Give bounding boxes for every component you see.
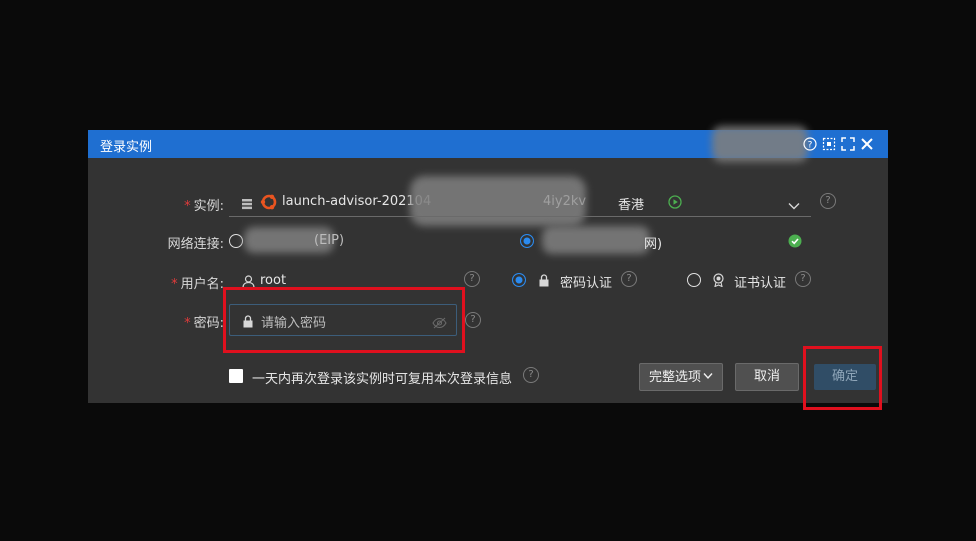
chevron-down-icon xyxy=(703,364,713,390)
remember-checkbox[interactable] xyxy=(229,369,243,383)
server-icon xyxy=(241,195,253,214)
auth-cert-label: 证书认证 xyxy=(734,276,787,291)
required-mark: * xyxy=(184,316,191,331)
remember-help-icon[interactable]: ? xyxy=(523,367,539,383)
instance-region: 香港 xyxy=(618,198,645,213)
dialog-titlebar: 登录实例 ? xyxy=(88,126,888,162)
password-label: * 密码: xyxy=(148,312,224,331)
ubuntu-icon xyxy=(260,193,278,215)
auth-cert-radio[interactable] xyxy=(687,273,701,287)
network-public-radio[interactable] xyxy=(229,234,243,248)
required-mark: * xyxy=(184,199,191,214)
maximize-icon[interactable] xyxy=(841,136,855,151)
password-help-icon[interactable]: ? xyxy=(465,312,481,328)
network-public-label: (EIP) xyxy=(314,233,345,248)
network-ok-icon xyxy=(788,233,802,252)
lock-icon xyxy=(538,272,550,291)
username-help-icon[interactable]: ? xyxy=(464,271,480,287)
pin-icon[interactable] xyxy=(822,136,836,151)
username-label: * 用户名: xyxy=(148,273,224,292)
instance-help-icon[interactable]: ? xyxy=(820,193,836,209)
svg-text:?: ? xyxy=(808,141,813,151)
auth-password-radio[interactable] xyxy=(512,273,526,287)
instance-label-text: 实例: xyxy=(193,199,224,214)
dialog-title: 登录实例 xyxy=(100,140,153,155)
auth-password-label: 密码认证 xyxy=(560,276,613,291)
confirm-highlight-frame xyxy=(803,346,882,410)
certificate-icon xyxy=(712,272,725,291)
username-value[interactable]: root xyxy=(260,273,286,288)
required-mark: * xyxy=(171,277,178,292)
titlebar-controls: ? xyxy=(803,136,874,151)
instance-name: launch-advisor-202104 xyxy=(282,194,432,209)
help-icon[interactable]: ? xyxy=(803,136,817,151)
password-highlight-frame xyxy=(223,287,465,353)
username-label-text: 用户名: xyxy=(180,277,224,292)
redaction-blur xyxy=(712,126,808,162)
login-dialog: 登录实例 ? * 实例: launch-advisor-202104 4iy2kv… xyxy=(88,126,888,410)
password-label-text: 密码: xyxy=(193,316,224,331)
cancel-button[interactable]: 取消 xyxy=(735,363,799,391)
full-options-button[interactable]: 完整选项 xyxy=(639,363,723,391)
instance-dropdown-chevron-icon[interactable] xyxy=(788,196,800,215)
close-icon[interactable] xyxy=(860,136,874,150)
full-options-label: 完整选项 xyxy=(648,370,701,385)
instance-label: * 实例: xyxy=(148,195,224,214)
redaction-blur xyxy=(542,226,650,254)
remember-label: 一天内再次登录该实例时可复用本次登录信息 xyxy=(252,372,513,387)
network-private-label: 网) xyxy=(644,237,663,252)
network-private-radio[interactable] xyxy=(520,234,534,248)
instance-suffix: 4iy2kv xyxy=(543,194,587,209)
auth-cert-help-icon[interactable]: ? xyxy=(795,271,811,287)
network-label: 网络连接: xyxy=(167,237,224,252)
running-status-icon xyxy=(668,194,682,213)
auth-password-help-icon[interactable]: ? xyxy=(621,271,637,287)
instance-select-underline[interactable] xyxy=(229,216,811,217)
